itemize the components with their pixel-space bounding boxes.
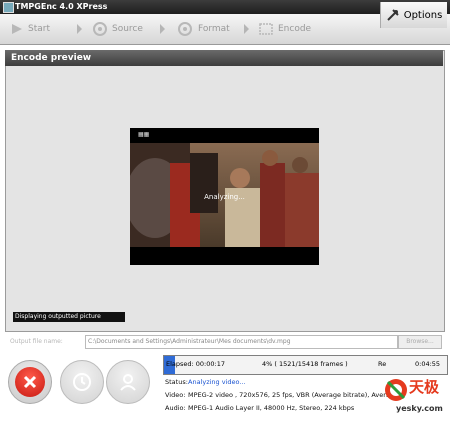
step-arrow-icon	[244, 24, 249, 34]
shutdown-timer-button[interactable]	[60, 360, 104, 404]
source-label: Source	[112, 24, 143, 34]
watermark-brand: 天极	[409, 378, 440, 396]
video-info: MPEG-2 video , 720x576, 25 fps, VBR (Ave…	[188, 391, 405, 399]
clock-icon	[73, 373, 91, 391]
remaining-time: 0:04:55	[415, 360, 441, 368]
cancel-encode-button[interactable]	[8, 360, 52, 404]
watermark-site: yesky.com	[396, 404, 443, 413]
film-reel-icon	[178, 22, 192, 36]
batch-encode-button[interactable]	[106, 360, 150, 404]
browse-button[interactable]: Browse...	[398, 335, 442, 349]
window-title: TMPGEnc 4.0 XPress	[15, 2, 108, 11]
output-file-label: Output file name:	[10, 338, 63, 345]
app-icon	[3, 2, 14, 13]
play-icon	[12, 24, 22, 34]
step-arrow-icon	[77, 24, 82, 34]
encode-icon	[259, 23, 273, 35]
format-label: Format	[198, 24, 230, 34]
progress-percent-text: 4% ( 1521/15418 frames )	[262, 360, 348, 368]
close-icon	[23, 375, 37, 389]
encode-label: Encode	[278, 24, 312, 34]
analyzing-overlay: Analyzing...	[204, 193, 245, 201]
status-value: Analyzing video...	[188, 378, 246, 386]
video-watermark-logo: ▦▦	[138, 131, 150, 138]
video-label: Video:	[165, 391, 186, 399]
yesky-watermark-logo: 天极 yesky.com	[382, 372, 450, 419]
encode-step-button[interactable]: Encode	[258, 17, 311, 41]
remaining-label: Re	[378, 360, 387, 368]
elapsed-text: Elapsed: 00:00:17	[166, 360, 225, 368]
options-button[interactable]: Options	[380, 2, 447, 28]
source-step-button[interactable]: Source	[92, 17, 143, 41]
options-label: Options	[403, 9, 443, 21]
format-step-button[interactable]: Format	[176, 17, 230, 41]
status-label: Status:	[165, 378, 188, 386]
film-reel-icon	[93, 22, 107, 36]
start-label: Start	[28, 24, 50, 34]
tools-icon	[386, 9, 399, 21]
start-step-button[interactable]: Start	[10, 17, 50, 41]
output-file-field[interactable]: C:\Documents and Settings\Administrateur…	[85, 335, 398, 349]
audio-info: MPEG-1 Audio Layer II, 48000 Hz, Stereo,…	[188, 404, 355, 412]
person-icon	[120, 374, 136, 391]
preview-tip: Displaying outputted picture	[13, 312, 125, 322]
step-arrow-icon	[160, 24, 165, 34]
panel-title: Encode preview	[5, 50, 443, 66]
audio-label: Audio:	[165, 404, 186, 412]
